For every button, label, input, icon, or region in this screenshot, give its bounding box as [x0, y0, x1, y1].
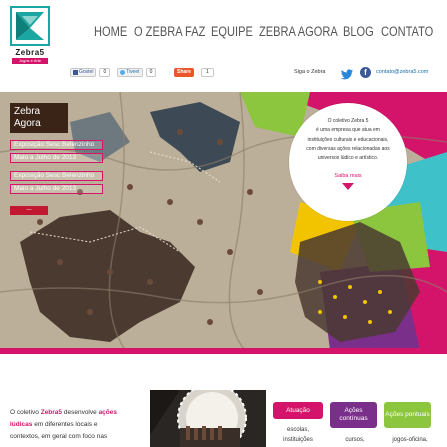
twitter-small-icon	[120, 70, 126, 75]
logo-name: Zebra5	[15, 48, 45, 57]
zebra-agora-line1: Zebra	[14, 106, 41, 117]
logo[interactable]: Zebra5 Jogos e Arte	[10, 6, 50, 66]
about-text: O coletivo Zebra 5 é uma empresa que atu…	[302, 117, 394, 163]
twitter-bird-icon[interactable]	[340, 67, 354, 80]
nav-equipe[interactable]: EQUIPE	[211, 24, 253, 39]
continuas-sub: cursos,	[345, 437, 365, 443]
pontuais-sub: jogos-oficina,	[392, 437, 428, 443]
contact-email-link[interactable]: contato@zebra5.com	[376, 69, 428, 75]
follow-label: Siga o Zebra	[294, 69, 326, 75]
facebook-small-icon	[73, 70, 78, 75]
tweet-button[interactable]: Tweet	[117, 68, 143, 77]
zebra-agora-heading: Zebra Agora	[10, 103, 68, 133]
intro-highlight-1: ações	[98, 409, 117, 416]
share-count: 1	[201, 68, 214, 77]
about-line-4: com diversas ações relacionadas aos	[306, 145, 390, 152]
atuacao-button[interactable]: Atuação	[273, 402, 323, 419]
event-date-2[interactable]: Maio a Julho de 2013	[10, 184, 103, 194]
intro-highlight-2: lúdicas	[10, 421, 33, 428]
about-line-3: instituições culturais e educacionais,	[307, 136, 389, 143]
nav-contato[interactable]: CONTATO	[381, 24, 433, 39]
photo-illustration	[150, 390, 266, 447]
nav-zebra-agora[interactable]: ZEBRA AGORA	[259, 24, 338, 39]
intro-text: O coletivo Zebra5 desenvolve ações lúdic…	[10, 407, 150, 443]
intro-part4: contextos, em geral com foco nas	[10, 433, 108, 440]
facebook-icon[interactable]: f	[360, 67, 371, 78]
zebra-logo-icon	[10, 6, 50, 46]
facebook-like-count: 0	[99, 68, 111, 77]
event-link-1[interactable]: Exposição Sesc Belenzinho	[10, 140, 103, 150]
saiba-mais-link[interactable]: Saiba mais	[302, 173, 394, 179]
share-button[interactable]: Share	[174, 68, 194, 77]
atuacao-sub-1: escolas,	[286, 427, 309, 433]
social-bar: Gostei 0 Tweet 0	[70, 68, 157, 77]
nav-o-zebra-faz[interactable]: O ZEBRA FAZ	[134, 24, 205, 39]
previous-events-button[interactable]: —	[10, 206, 48, 215]
nav-home[interactable]: HOME	[94, 24, 127, 39]
event-link-2[interactable]: Exposição Sesc Belenzinho	[10, 171, 103, 181]
about-line-5: universos lúdico e artístico.	[317, 155, 379, 162]
zebra-agora-line2: Agora	[14, 118, 41, 129]
logo-tagline: Jogos e Arte	[12, 58, 48, 64]
intro-part2: desenvolve	[63, 409, 97, 416]
event-date-1[interactable]: Maio a Julho de 2013	[10, 153, 103, 163]
atuacao-sub-2: instituições	[283, 437, 313, 443]
about-line-2: é uma empresa que atua em	[316, 127, 380, 134]
facebook-like-label: Gostei	[79, 69, 94, 75]
about-line-1: O coletivo Zebra 5	[327, 118, 369, 124]
tweet-count: 0	[145, 68, 157, 77]
pink-divider	[0, 348, 447, 354]
intro-brand: Zebra5	[40, 409, 63, 416]
event-photo	[150, 390, 266, 447]
acoes-pontuais-button[interactable]: Ações pontuais	[384, 402, 431, 428]
acoes-continuas-button[interactable]: Ações contínuas	[330, 402, 377, 428]
intro-part1: O coletivo	[10, 409, 39, 416]
nav-blog[interactable]: BLOG	[343, 24, 374, 39]
tweet-label: Tweet	[126, 69, 140, 75]
down-arrow-icon[interactable]	[342, 183, 354, 190]
facebook-like-button[interactable]: Gostei	[70, 68, 97, 77]
intro-part3: em diferentes locais e	[34, 421, 98, 428]
